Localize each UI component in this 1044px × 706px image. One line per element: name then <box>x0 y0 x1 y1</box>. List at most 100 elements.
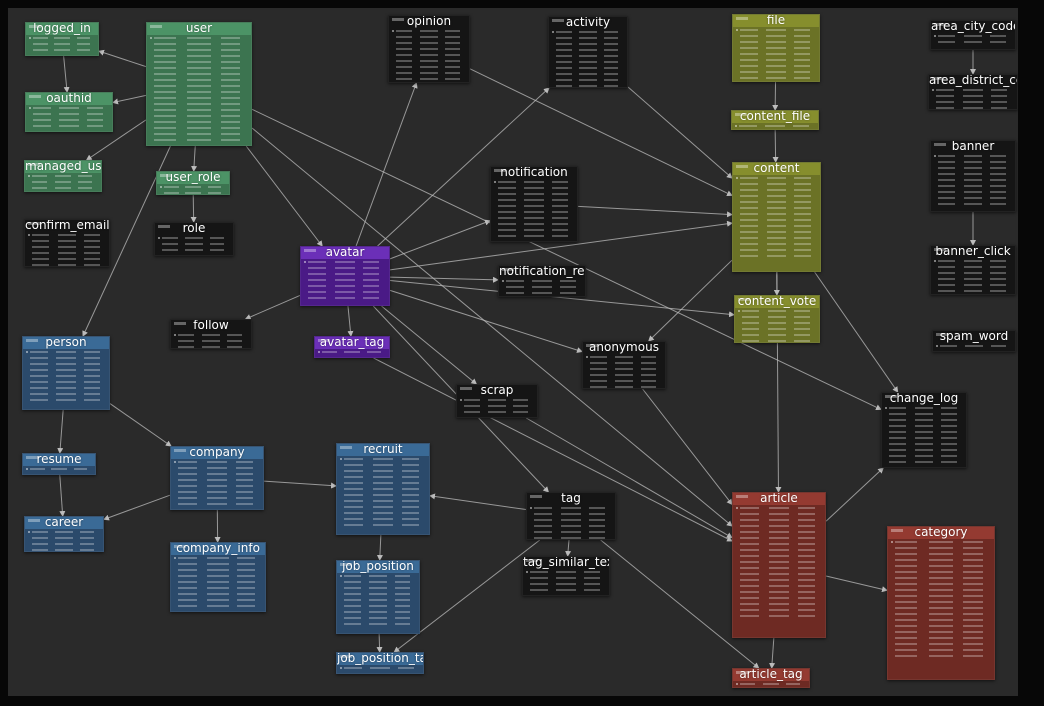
table-anonymous[interactable]: anonymous <box>582 341 666 389</box>
relation-user-avatar <box>245 145 323 247</box>
column-row <box>340 605 416 608</box>
column-row <box>932 107 1014 109</box>
column-row <box>460 411 534 414</box>
column-row <box>318 357 386 358</box>
table-tag-similar-text[interactable]: tag_similar_text <box>522 556 610 596</box>
column-row <box>891 541 991 544</box>
column-row <box>174 467 260 470</box>
table-person[interactable]: person <box>22 336 110 410</box>
table-spam-word[interactable]: spam_word <box>932 330 1016 352</box>
table-tag[interactable]: tag <box>526 492 616 540</box>
table-user-role[interactable]: user_role <box>156 171 230 195</box>
column-row <box>304 285 386 288</box>
column-row <box>885 407 963 410</box>
table-content-vote[interactable]: content_vote <box>734 295 820 343</box>
column-row <box>736 77 816 80</box>
table-header: recruit <box>337 444 429 456</box>
table-columns <box>337 665 423 673</box>
table-company[interactable]: company <box>170 446 264 510</box>
column-row <box>586 380 662 383</box>
table-header: banner_click <box>931 246 1015 258</box>
table-article[interactable]: article <box>732 492 826 638</box>
column-row <box>891 559 991 562</box>
table-content[interactable]: content <box>732 162 821 272</box>
table-role[interactable]: role <box>154 222 234 256</box>
table-user[interactable]: user <box>146 22 252 146</box>
relation-activity-content <box>627 86 733 179</box>
table-area-city-code[interactable]: area_city_code <box>930 20 1016 50</box>
table-resume[interactable]: resume <box>22 453 96 475</box>
table-name: content <box>753 162 800 175</box>
table-scrap[interactable]: scrap <box>456 384 538 418</box>
table-area-district-code[interactable]: area_district_code <box>928 74 1018 110</box>
column-row <box>494 199 574 202</box>
table-opinion[interactable]: opinion <box>388 15 470 83</box>
table-follow[interactable]: follow <box>170 319 252 349</box>
column-row <box>26 363 106 366</box>
table-header: content_file <box>732 111 818 123</box>
table-managed-user[interactable]: managed_user <box>24 160 102 192</box>
column-row <box>736 507 822 510</box>
table-notification-read[interactable]: notification_read <box>498 265 586 297</box>
column-row <box>885 449 963 452</box>
table-header: follow <box>171 320 251 332</box>
table-banner[interactable]: banner <box>930 140 1016 212</box>
table-job-position-tag[interactable]: job_position_tag <box>336 652 424 674</box>
table-name: category <box>914 526 968 539</box>
table-article-tag[interactable]: article_tag <box>732 668 810 688</box>
column-row <box>736 29 816 32</box>
column-row <box>28 549 100 551</box>
column-row <box>934 272 1012 275</box>
table-avatar-tag[interactable]: avatar_tag <box>314 336 390 358</box>
column-row <box>174 340 248 343</box>
table-content-file[interactable]: content_file <box>731 110 819 130</box>
column-row <box>736 195 817 198</box>
column-row <box>736 543 822 546</box>
column-row <box>174 587 262 590</box>
table-logged-in[interactable]: logged_in <box>25 22 99 56</box>
column-row <box>340 506 426 509</box>
column-row <box>28 537 100 540</box>
column-row <box>392 78 466 81</box>
table-change-log[interactable]: change_log <box>881 392 967 468</box>
table-header: job_position_tag <box>337 653 423 665</box>
table-header: confirm_email <box>25 220 109 232</box>
column-row <box>736 555 822 558</box>
column-row <box>526 577 606 580</box>
table-file[interactable]: file <box>732 14 820 82</box>
table-name: spam_word <box>939 330 1009 343</box>
table-name: anonymous <box>589 341 659 354</box>
table-columns <box>733 505 825 618</box>
column-row <box>552 55 624 58</box>
table-banner-click[interactable]: banner_click <box>930 245 1016 295</box>
relation-person-company <box>109 403 172 447</box>
column-row <box>934 203 1012 206</box>
diagram-canvas[interactable]: logged_in user oauthid managed_user user_rol… <box>8 8 1018 696</box>
table-notification[interactable]: notification <box>490 166 578 242</box>
column-row <box>885 437 963 440</box>
column-row <box>304 267 386 270</box>
table-columns <box>301 259 389 300</box>
column-row <box>150 127 248 130</box>
column-row <box>174 461 260 464</box>
column-row <box>174 593 262 596</box>
column-row <box>932 101 1014 104</box>
table-header: notification_read <box>499 266 585 278</box>
table-career[interactable]: career <box>24 516 104 552</box>
table-category[interactable]: category <box>887 526 995 680</box>
column-row <box>552 31 624 34</box>
table-confirm-email[interactable]: confirm_email <box>24 219 110 267</box>
table-job-position[interactable]: job_position <box>336 560 420 634</box>
table-name: avatar <box>325 246 365 259</box>
column-row <box>28 543 100 546</box>
table-oauthid[interactable]: oauthid <box>25 92 113 132</box>
column-row <box>530 525 612 528</box>
table-avatar[interactable]: avatar <box>300 246 390 306</box>
table-company-info[interactable]: company_info <box>170 542 266 612</box>
column-row <box>738 310 816 313</box>
table-activity[interactable]: activity <box>548 16 628 88</box>
table-name: user <box>185 22 213 35</box>
column-row <box>891 637 991 640</box>
table-recruit[interactable]: recruit <box>336 443 430 535</box>
table-name: recruit <box>363 443 403 456</box>
